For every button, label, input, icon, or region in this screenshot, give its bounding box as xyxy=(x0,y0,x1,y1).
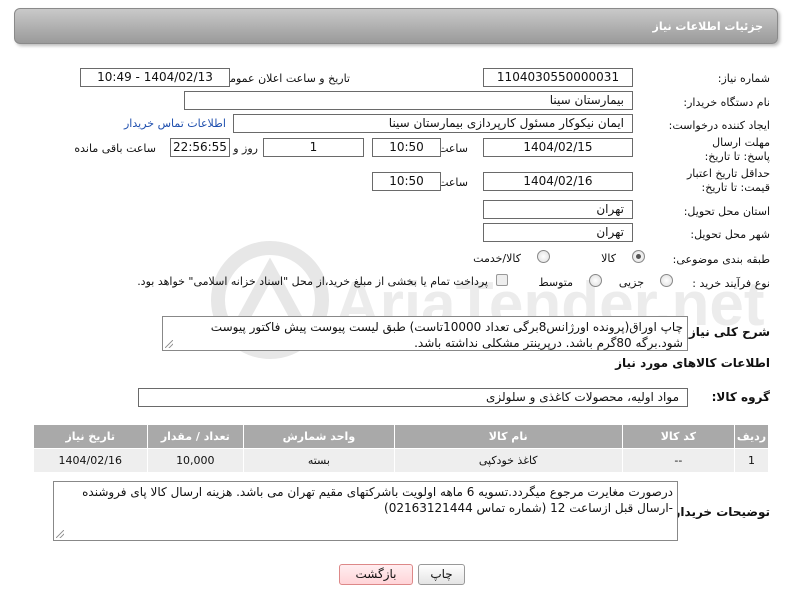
announce-field: 1404/02/13 - 10:49 xyxy=(80,68,230,87)
goods-group-label: گروه کالا: xyxy=(711,390,770,404)
province-label: استان محل تحویل: xyxy=(683,205,770,218)
cell-code: -- xyxy=(621,448,736,473)
days-label: روز و xyxy=(233,142,258,155)
price-date-field: 1404/02/16 xyxy=(483,172,633,191)
goods-table-header: ردیف کد کالا نام کالا واحد شمارش تعداد /… xyxy=(33,424,769,449)
cell-qty: 10,000 xyxy=(146,448,245,473)
cell-unit: بسته xyxy=(243,448,395,473)
treasury-checkbox[interactable] xyxy=(496,274,508,286)
requester-label: ایجاد کننده درخواست: xyxy=(668,119,770,132)
province-field: تهران xyxy=(483,200,633,219)
process-option-medium: متوسط xyxy=(538,276,573,289)
cell-name: کاغذ خودکپی xyxy=(393,448,623,473)
col-date: تاریخ نیاز xyxy=(33,424,148,449)
remaining-label: ساعت باقی مانده xyxy=(74,142,156,155)
process-label: نوع فرآیند خرید : xyxy=(692,277,770,290)
reply-deadline-label: مهلت ارسال پاسخ: تا تاریخ: xyxy=(704,136,770,163)
need-number-field: 1104030550000031 xyxy=(483,68,633,87)
process-option-minor: جزیی xyxy=(618,276,644,289)
buyer-org-field: بیمارستان سینا xyxy=(184,91,633,110)
category-option-goods: کالا xyxy=(601,252,616,265)
requester-field: ایمان نیکوکار مسئول کارپردازی بیمارستان … xyxy=(233,114,633,133)
goods-group-field: مواد اولیه، محصولات کاغذی و سلولزی xyxy=(138,388,688,407)
cell-date: 1404/02/16 xyxy=(33,448,148,473)
process-radio-minor[interactable] xyxy=(660,274,673,287)
goods-section-title: اطلاعات کالاهای مورد نیاز xyxy=(615,356,770,370)
col-code: کد کالا xyxy=(621,424,736,449)
reply-time-label: ساعت xyxy=(438,142,468,155)
announce-label: تاریخ و ساعت اعلان عمومی: xyxy=(217,72,350,85)
col-row: ردیف xyxy=(734,424,769,449)
price-validity-label: حداقل تاریخ اعتبار قیمت: تا تاریخ: xyxy=(686,167,770,194)
city-label: شهر محل تحویل: xyxy=(690,228,770,241)
category-label: طبقه بندی موضوعی: xyxy=(672,253,770,266)
process-radio-medium[interactable] xyxy=(589,274,602,287)
price-time-label: ساعت xyxy=(438,176,468,189)
resize-grip-icon[interactable] xyxy=(56,530,64,538)
city-field: تهران xyxy=(483,223,633,242)
payment-note: پرداخت تمام یا بخشی از مبلغ خرید،از محل … xyxy=(137,275,488,288)
col-name: نام کالا xyxy=(393,424,623,449)
buyer-notes-text: درصورت مغایرت مرجوع میگردد.تسویه 6 ماهه … xyxy=(53,481,678,541)
price-time-field: 10:50 xyxy=(372,172,441,191)
col-unit: واحد شمارش xyxy=(243,424,395,449)
description-content: چاپ اوراق(پرونده اورژانس8برگی تعداد 1000… xyxy=(210,320,683,350)
table-row: 1 -- کاغذ خودکپی بسته 10,000 1404/02/16 xyxy=(33,448,769,473)
category-radio-goods-service[interactable] xyxy=(537,250,550,263)
remaining-time-field: 22:56:55 xyxy=(170,138,230,157)
buyer-org-label: نام دستگاه خریدار: xyxy=(683,96,770,109)
buyer-notes-label: توضیحات خریدار: xyxy=(668,505,770,519)
col-qty: تعداد / مقدار xyxy=(146,424,245,449)
print-button[interactable]: چاپ xyxy=(418,564,465,585)
buyer-contact-link[interactable]: اطلاعات تماس خریدار xyxy=(124,117,226,130)
description-text: چاپ اوراق(پرونده اورژانس8برگی تعداد 1000… xyxy=(162,316,688,351)
goods-table: ردیف کد کالا نام کالا واحد شمارش تعداد /… xyxy=(33,424,769,473)
header-panel: جزئیات اطلاعات نیاز xyxy=(14,8,778,44)
buyer-notes-content: درصورت مغایرت مرجوع میگردد.تسویه 6 ماهه … xyxy=(82,485,673,515)
reply-date-field: 1404/02/15 xyxy=(483,138,633,157)
back-button[interactable]: بازگشت xyxy=(339,564,413,585)
page-title: جزئیات اطلاعات نیاز xyxy=(652,20,764,33)
category-radio-goods[interactable] xyxy=(632,250,645,263)
category-option-goods-service: کالا/خدمت xyxy=(473,252,521,265)
days-field: 1 xyxy=(263,138,364,157)
resize-grip-icon[interactable] xyxy=(165,340,173,348)
reply-time-field: 10:50 xyxy=(372,138,441,157)
cell-row: 1 xyxy=(734,448,769,473)
need-number-label: شماره نیاز: xyxy=(717,72,770,85)
description-label: شرح کلی نیاز: xyxy=(684,325,770,339)
